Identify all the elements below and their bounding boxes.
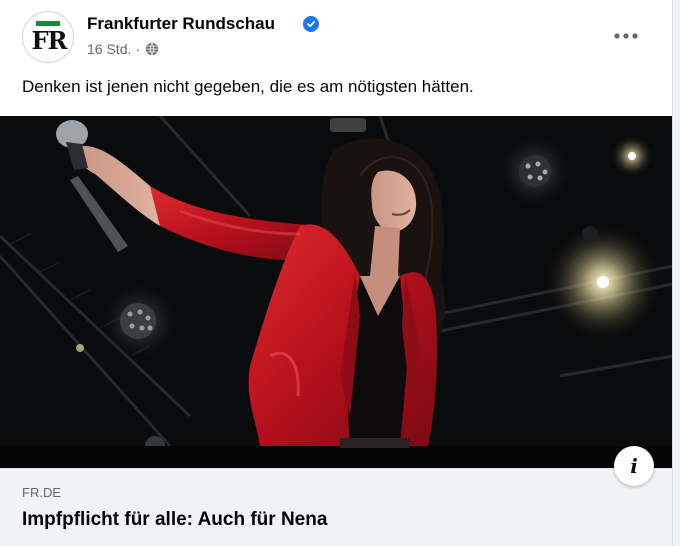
avatar-logo-text: FR <box>31 26 68 55</box>
link-preview-footer[interactable]: FR.DE Impfpflicht für alle: Auch für Nen… <box>0 468 672 546</box>
post-message: Denken ist jenen nicht gegeben, die es a… <box>22 77 474 96</box>
post-timestamp[interactable]: 16 Std. <box>87 41 131 57</box>
link-headline[interactable]: Impfpflicht für alle: Auch für Nena <box>22 509 327 531</box>
post-meta: 16 Std. · <box>87 41 159 57</box>
link-domain: FR.DE <box>22 485 61 500</box>
more-horizontal-icon <box>614 33 638 39</box>
concert-photo <box>0 116 672 468</box>
page-name-link[interactable]: Frankfurter Rundschau <box>87 14 275 34</box>
link-preview-image[interactable] <box>0 116 672 468</box>
page-avatar[interactable]: FR <box>22 11 74 63</box>
globe-icon <box>145 42 159 56</box>
info-icon: i <box>630 454 638 478</box>
feed-post-card: FR Frankfurter Rundschau 16 Std. · Denke… <box>0 0 673 546</box>
more-options-button[interactable] <box>606 20 646 52</box>
post-header: FR Frankfurter Rundschau 16 Std. · <box>0 0 672 70</box>
verified-badge-icon <box>303 16 319 32</box>
meta-separator: · <box>135 41 141 57</box>
link-info-button[interactable]: i <box>614 446 654 486</box>
